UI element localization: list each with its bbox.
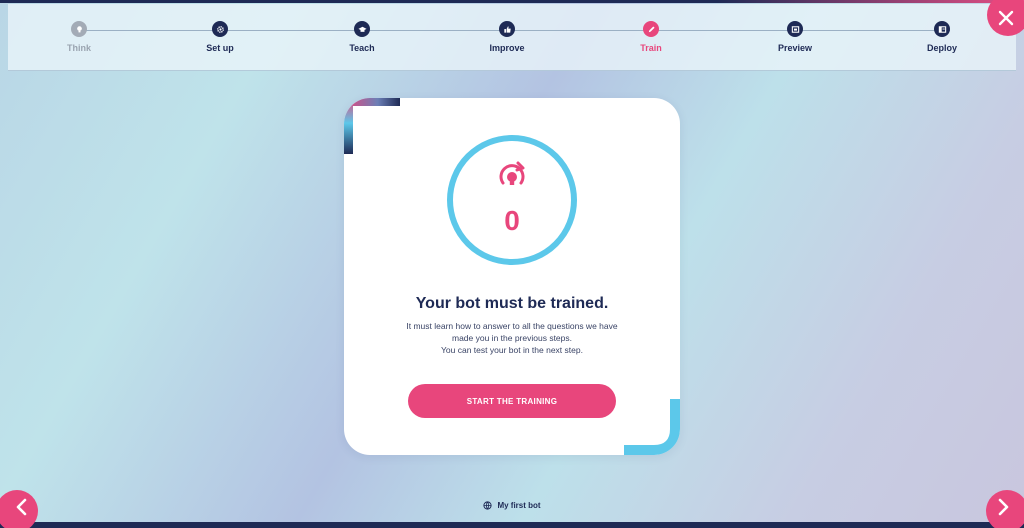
graduation-cap-icon	[354, 21, 370, 37]
description-line: made you in the previous steps.	[451, 333, 572, 343]
thumbs-up-icon	[499, 21, 515, 37]
corner-decoration	[344, 98, 400, 154]
training-card: 0 Your bot must be trained. It must lear…	[344, 98, 680, 455]
corner-decoration	[624, 399, 680, 455]
top-accent-bar	[0, 0, 1024, 3]
deploy-icon	[934, 21, 950, 37]
training-count: 0	[504, 205, 520, 236]
step-label: Deploy	[926, 43, 957, 53]
card-description: It must learn how to answer to all the q…	[374, 320, 650, 356]
app-window: Think Set up Teach Improve Train Preview…	[0, 0, 1024, 528]
bottom-bar	[0, 522, 1024, 528]
gear-icon	[212, 21, 228, 37]
train-bulb-icon	[499, 161, 525, 185]
step-deploy[interactable]: Deploy	[897, 21, 987, 53]
step-label: Set up	[206, 43, 234, 53]
chevron-left-icon	[16, 498, 27, 516]
step-label: Think	[67, 43, 91, 53]
globe-icon	[483, 501, 493, 510]
step-label: Train	[640, 43, 662, 53]
bot-name-label: My first bot	[497, 501, 541, 510]
step-think[interactable]: Think	[34, 21, 124, 53]
start-training-button[interactable]: START THE TRAINING	[408, 384, 616, 418]
card-title: Your bot must be trained.	[415, 295, 609, 312]
close-icon	[998, 10, 1014, 26]
description-line: It must learn how to answer to all the q…	[406, 321, 618, 331]
progress-stepper: Think Set up Teach Improve Train Preview…	[8, 4, 1016, 71]
bot-name-footer: My first bot	[0, 501, 1024, 510]
step-setup[interactable]: Set up	[175, 21, 265, 53]
step-label: Teach	[349, 43, 375, 53]
pencil-icon	[643, 21, 659, 37]
chevron-right-icon	[998, 498, 1009, 516]
previous-step-button[interactable]	[0, 490, 38, 528]
step-preview[interactable]: Preview	[750, 21, 840, 53]
description-line: You can test your bot in the next step.	[441, 345, 583, 355]
lightbulb-icon	[71, 21, 87, 37]
step-label: Improve	[489, 43, 525, 53]
step-teach[interactable]: Teach	[317, 21, 407, 53]
preview-window-icon	[787, 21, 803, 37]
next-step-button[interactable]	[986, 490, 1024, 528]
step-improve[interactable]: Improve	[462, 21, 552, 53]
training-progress-ring: 0	[447, 135, 577, 265]
step-label: Preview	[777, 43, 813, 53]
step-train[interactable]: Train	[606, 21, 696, 53]
